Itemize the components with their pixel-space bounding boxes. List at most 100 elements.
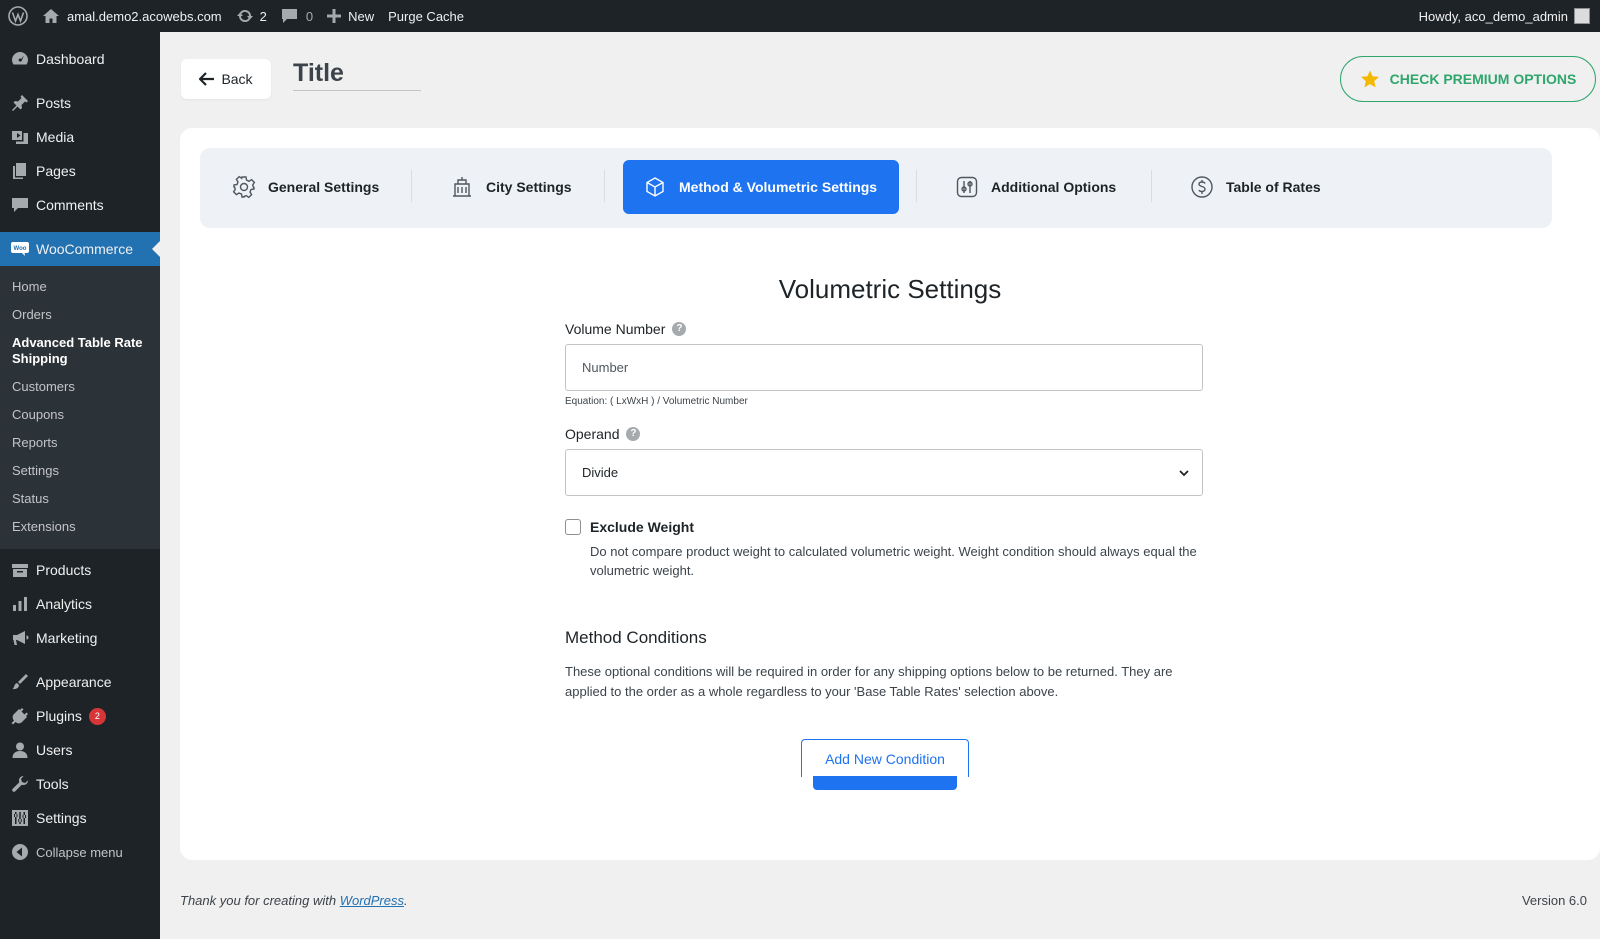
menu-pages[interactable]: Pages (0, 154, 160, 188)
menu-comments[interactable]: Comments (0, 188, 160, 222)
menu-analytics[interactable]: Analytics (0, 587, 160, 621)
main-content: Back Title CHECK PREMIUM OPTIONS General… (160, 32, 1600, 939)
new-label: New (348, 8, 375, 24)
updates-link[interactable]: 2 (229, 0, 274, 32)
submenu-customers[interactable]: Customers (0, 373, 160, 401)
submenu-reports[interactable]: Reports (0, 429, 160, 457)
menu-settings[interactable]: Settings (0, 801, 160, 835)
collapse-arrow-icon (10, 842, 30, 862)
back-label: Back (221, 71, 253, 87)
submenu-status[interactable]: Status (0, 485, 160, 513)
premium-label: CHECK PREMIUM OPTIONS (1389, 71, 1577, 87)
new-content-link[interactable]: New (320, 0, 381, 32)
volume-number-input[interactable]: Number (565, 344, 1203, 391)
tab-divider (916, 170, 917, 202)
plugins-update-badge: 2 (88, 707, 106, 725)
comments-count: 0 (305, 8, 314, 24)
menu-plugins[interactable]: Plugins 2 (0, 699, 160, 733)
menu-label: WooCommerce (36, 241, 133, 257)
submenu-advanced-table-rate-shipping[interactable]: Advanced Table Rate Shipping (0, 329, 160, 373)
footer-version: Version 6.0 (1521, 893, 1587, 908)
products-icon (10, 560, 30, 580)
menu-marketing[interactable]: Marketing (0, 621, 160, 655)
volume-number-label: Volume Number ? (565, 321, 687, 337)
arrow-left-icon (199, 72, 215, 86)
add-new-condition-button[interactable]: Add New Condition (801, 739, 969, 777)
menu-label: Comments (36, 197, 104, 213)
check-premium-options-button[interactable]: CHECK PREMIUM OPTIONS (1340, 56, 1596, 102)
building-icon (453, 177, 471, 197)
box-icon (646, 177, 664, 197)
admin-bar: amal.demo2.acowebs.com 2 0 New Purge Cac… (0, 0, 1600, 32)
menu-label: Tools (36, 776, 69, 792)
volumetric-settings-heading: Volumetric Settings (778, 274, 1002, 304)
tab-general-settings[interactable]: General Settings (212, 160, 399, 214)
tab-table-of-rates[interactable]: Table of Rates (1170, 160, 1341, 214)
collapse-menu-button[interactable]: Collapse menu (0, 835, 160, 869)
menu-label: Settings (36, 810, 87, 826)
pushpin-icon (10, 93, 30, 113)
help-icon[interactable]: ? (626, 427, 641, 441)
woocommerce-submenu: Home Orders Advanced Table Rate Shipping… (0, 266, 160, 549)
tab-label: General Settings (268, 179, 380, 195)
chevron-down-icon (1179, 470, 1189, 477)
menu-label: Appearance (36, 674, 112, 690)
submenu-settings[interactable]: Settings (0, 457, 160, 485)
howdy-text: Howdy, aco_demo_admin (1418, 8, 1568, 24)
comments-icon (10, 195, 30, 215)
volume-number-label-text: Volume Number (565, 321, 666, 337)
title-field[interactable]: Title (293, 59, 421, 91)
dollar-icon (1191, 176, 1213, 198)
updates-count: 2 (259, 8, 267, 24)
tab-label: City Settings (486, 179, 572, 195)
tab-additional-options[interactable]: Additional Options (935, 160, 1136, 214)
menu-woocommerce[interactable]: Woo WooCommerce (0, 232, 160, 266)
menu-tools[interactable]: Tools (0, 767, 160, 801)
operand-label: Operand ? (565, 426, 641, 442)
wordpress-logo-icon[interactable] (0, 0, 35, 32)
footer-thanks-prefix: Thank you for creating with (180, 893, 340, 908)
updates-icon (236, 9, 253, 23)
menu-label: Media (36, 129, 75, 145)
operand-select[interactable]: Divide (565, 449, 1203, 496)
comments-link[interactable]: 0 (274, 0, 320, 32)
avatar (1574, 8, 1590, 24)
dashboard-icon (10, 49, 30, 69)
purge-cache-link[interactable]: Purge Cache (381, 0, 471, 32)
exclude-weight-description: Do not compare product weight to calcula… (590, 544, 1197, 578)
menu-label: Plugins (36, 708, 82, 724)
home-icon (43, 9, 59, 23)
exclude-weight-checkbox[interactable] (565, 519, 581, 535)
submenu-extensions[interactable]: Extensions (0, 513, 160, 541)
menu-dashboard[interactable]: Dashboard (0, 42, 160, 76)
add-condition-button-base[interactable] (813, 776, 957, 790)
help-icon[interactable]: ? (672, 322, 687, 336)
equation-hint: Equation: ( LxWxH ) / Volumetric Number (565, 396, 748, 407)
gear-icon (232, 175, 256, 199)
exclude-weight-label[interactable]: Exclude Weight (590, 519, 694, 535)
site-name-link[interactable]: amal.demo2.acowebs.com (35, 0, 229, 32)
method-conditions-description: These optional conditions will be requir… (565, 664, 1173, 699)
menu-products[interactable]: Products (0, 553, 160, 587)
wrench-icon (10, 774, 30, 794)
tab-method-volumetric-settings[interactable]: Method & Volumetric Settings (623, 160, 899, 214)
sliders-icon (956, 176, 978, 198)
operand-selected-value: Divide (582, 465, 619, 480)
submenu-home[interactable]: Home (0, 273, 160, 301)
my-account-link[interactable]: Howdy, aco_demo_admin (1419, 0, 1600, 32)
back-button[interactable]: Back (181, 59, 271, 99)
menu-label: Users (36, 742, 73, 758)
tab-city-settings[interactable]: City Settings (430, 160, 592, 214)
menu-label: Posts (36, 95, 72, 111)
star-icon (1360, 70, 1379, 87)
menu-label: Dashboard (36, 51, 105, 67)
submenu-orders[interactable]: Orders (0, 301, 160, 329)
purge-cache-label: Purge Cache (388, 8, 465, 24)
menu-users[interactable]: Users (0, 733, 160, 767)
menu-appearance[interactable]: Appearance (0, 665, 160, 699)
submenu-coupons[interactable]: Coupons (0, 401, 160, 429)
menu-label: Analytics (36, 596, 93, 612)
menu-media[interactable]: Media (0, 120, 160, 154)
wordpress-link[interactable]: WordPress (340, 893, 404, 908)
menu-posts[interactable]: Posts (0, 86, 160, 120)
